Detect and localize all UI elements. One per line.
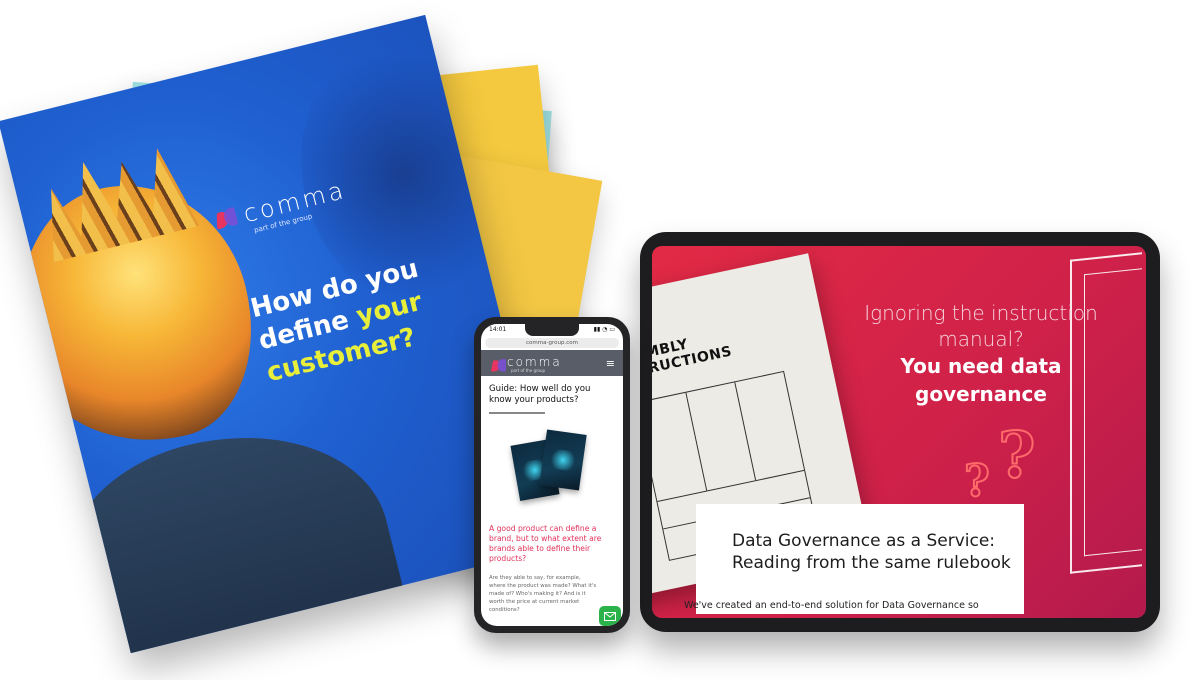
phone-screen: 14:01 ▮▮ ◔ ▭ comma-group.com comma part … [481, 324, 623, 626]
phone-guide-divider [489, 412, 545, 414]
tablet-screen: EMBLY TRUCTIONS Ignoring the instruction… [652, 246, 1146, 618]
article-card-body: We've created an end-to-end solution for… [684, 600, 979, 611]
phone-navbar: comma part of the group ≡ [481, 350, 623, 376]
tablet-headline-light: Ignoring the instruction manual? [864, 301, 1098, 351]
phone-device: 14:01 ▮▮ ◔ ▭ comma-group.com comma part … [474, 317, 630, 633]
promo-composite: Here wr informat comma part of the group… [0, 0, 1200, 680]
tablet-article-card[interactable]: Data Governance as a Service: Reading fr… [696, 504, 1024, 614]
question-mark-small-icon: ? [963, 455, 991, 508]
phone-body-text: Are they able to say, for example, where… [489, 575, 597, 613]
question-mark-icon: ? [997, 417, 1036, 494]
phone-notch [525, 324, 579, 336]
brochure-title: How do you define your customer? [247, 241, 484, 390]
guide-book-front-image [539, 429, 587, 491]
phone-time: 14:01 [489, 326, 507, 333]
phone-lead-text: A good product can define a brand, but t… [489, 524, 602, 563]
manual-heading: EMBLY TRUCTIONS [652, 328, 733, 378]
article-card-title: Data Governance as a Service: Reading fr… [732, 531, 1011, 573]
comma-logo-icon [215, 206, 239, 231]
phone-logo-tagline: part of the group [511, 368, 546, 373]
mail-button[interactable] [599, 606, 621, 626]
phone-guide-heading: Guide: How well do you know your product… [489, 384, 591, 405]
tablet-device: EMBLY TRUCTIONS Ignoring the instruction… [640, 232, 1160, 632]
phone-url-bar[interactable]: comma-group.com [485, 338, 619, 348]
comma-logo-icon [490, 359, 506, 373]
phone-logo-word[interactable]: comma [507, 355, 562, 369]
mail-icon [604, 611, 616, 621]
tablet-headline-bold: You need data governance [900, 354, 1062, 406]
phone-signal-icon: ▮▮ ◔ ▭ [593, 326, 615, 333]
hamburger-menu-icon[interactable]: ≡ [606, 357, 615, 370]
person-shoulder-image [46, 402, 411, 654]
